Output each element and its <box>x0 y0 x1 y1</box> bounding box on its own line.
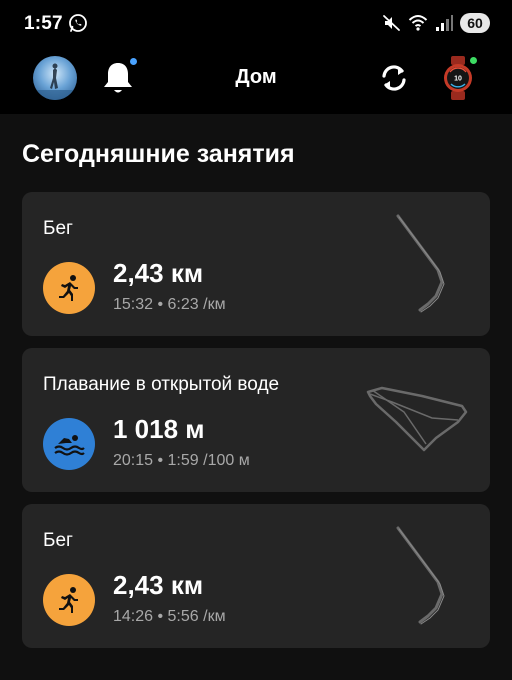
running-icon <box>43 574 95 626</box>
running-icon <box>43 262 95 314</box>
app-bar: Дом 10 <box>0 46 512 114</box>
sync-icon[interactable] <box>376 60 412 96</box>
runner-glyph <box>59 587 78 613</box>
status-time: 1:57 <box>24 13 63 34</box>
activity-card-swim[interactable]: Плавание в открытой воде 1 018 м 20:15 •… <box>22 348 490 492</box>
activity-details: 20:15 • 1:59 /100 м <box>113 452 250 469</box>
battery-icon: 60 <box>460 13 490 33</box>
route-map <box>366 386 468 452</box>
signal-icon <box>436 15 453 31</box>
swimming-icon <box>43 418 95 470</box>
svg-text:10: 10 <box>454 76 462 83</box>
watch-connected-dot <box>468 55 479 66</box>
activity-details: 15:32 • 6:23 /км <box>113 296 226 313</box>
activity-card-run-1[interactable]: Бег 2,43 км 15:32 • 6:23 /км <box>22 192 490 336</box>
route-map <box>396 526 445 625</box>
activity-name: Плавание в открытой воде <box>43 374 280 395</box>
mute-icon <box>383 15 400 31</box>
route-map <box>396 214 445 313</box>
activity-details: 14:26 • 5:56 /км <box>113 608 226 625</box>
section-title: Сегодняшние занятия <box>22 140 295 168</box>
wifi-icon <box>408 15 428 31</box>
activity-name: Бег <box>43 530 73 551</box>
swimmer-glyph <box>54 435 85 456</box>
distance-value: 2,43 км <box>113 258 204 288</box>
activity-name: Бег <box>43 218 73 239</box>
page-title: Дом <box>235 66 277 88</box>
status-bar: 1:57 60 <box>0 0 512 46</box>
distance-value: 2,43 км <box>113 570 204 600</box>
whatsapp-icon <box>69 14 87 32</box>
runner-glyph <box>59 275 78 301</box>
activity-card-run-2[interactable]: Бег 2,43 км 14:26 • 5:56 /км <box>22 504 490 648</box>
status-icons: 60 <box>382 12 490 34</box>
distance-value: 1 018 м <box>113 414 205 444</box>
